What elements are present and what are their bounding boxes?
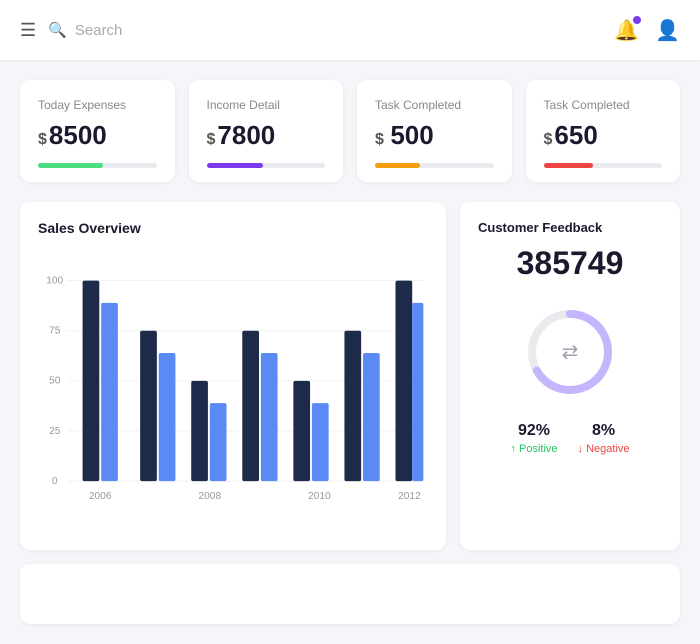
stat-value-0: $8500 [38, 120, 157, 151]
bar [101, 303, 118, 481]
bar [412, 303, 423, 481]
stat-currency-2: $ [375, 131, 388, 148]
svg-text:75: 75 [49, 326, 61, 337]
stat-label-3: Task Completed [544, 98, 663, 112]
stat-value-1: $7800 [207, 120, 326, 151]
positive-label: ↑ Positive [510, 443, 557, 455]
stats-row: Today Expenses $8500 Income Detail $7800… [20, 80, 680, 182]
main-content: Today Expenses $8500 Income Detail $7800… [0, 60, 700, 644]
feedback-title: Customer Feedback [478, 220, 602, 235]
bottom-row: Sales Overview 100 75 50 25 0 [20, 202, 680, 550]
bar [293, 381, 310, 481]
arrow-up-icon: ↑ [510, 443, 516, 455]
stat-bar-track-1 [207, 163, 326, 168]
bar [140, 331, 157, 481]
stat-bar-track-3 [544, 163, 663, 168]
bar [242, 331, 259, 481]
svg-text:2006: 2006 [89, 491, 112, 502]
stat-value-3: $650 [544, 120, 663, 151]
feedback-stats: 92% ↑ Positive 8% ↓ Negative [510, 422, 629, 455]
stat-label-1: Income Detail [207, 98, 326, 112]
positive-pct: 92% [510, 422, 557, 440]
bar [363, 353, 380, 481]
stat-bar-fill-0 [38, 163, 103, 168]
bar-chart-svg: 100 75 50 25 0 [38, 252, 428, 532]
search-area[interactable]: 🔍 Search [48, 21, 602, 39]
notification-dot [633, 16, 641, 24]
stat-label-0: Today Expenses [38, 98, 157, 112]
stat-label-2: Task Completed [375, 98, 494, 112]
stat-card-0: Today Expenses $8500 [20, 80, 175, 182]
sales-chart: 100 75 50 25 0 [38, 252, 428, 532]
stat-currency-1: $ [207, 131, 216, 148]
feedback-number: 385749 [517, 245, 624, 282]
bar [261, 353, 278, 481]
stat-currency-0: $ [38, 131, 47, 148]
sales-overview-card: Sales Overview 100 75 50 25 0 [20, 202, 446, 550]
header: ☰ 🔍 Search 🔔 👤 [0, 0, 700, 60]
bar [396, 281, 413, 482]
stat-bar-fill-1 [207, 163, 264, 168]
shuffle-icon: ⇄ [562, 340, 579, 365]
bar [344, 331, 361, 481]
donut-chart: ⇄ [520, 302, 620, 402]
stat-bar-track-2 [375, 163, 494, 168]
stat-bar-track-0 [38, 163, 157, 168]
sales-overview-title: Sales Overview [38, 220, 428, 236]
search-placeholder: Search [75, 22, 123, 39]
negative-stat: 8% ↓ Negative [578, 422, 630, 455]
bar [312, 403, 329, 481]
svg-text:2008: 2008 [198, 491, 221, 502]
bar [191, 381, 208, 481]
svg-text:100: 100 [46, 275, 63, 286]
negative-label-text: Negative [586, 443, 629, 455]
stat-bar-fill-3 [544, 163, 594, 168]
stat-currency-3: $ [544, 131, 553, 148]
svg-text:2010: 2010 [308, 491, 331, 502]
bar [83, 281, 100, 482]
negative-label: ↓ Negative [578, 443, 630, 455]
user-icon[interactable]: 👤 [655, 18, 680, 43]
positive-stat: 92% ↑ Positive [510, 422, 557, 455]
negative-pct: 8% [578, 422, 630, 440]
header-right: 🔔 👤 [614, 18, 680, 43]
svg-text:25: 25 [49, 426, 61, 437]
search-icon: 🔍 [48, 21, 67, 39]
customer-feedback-card: Customer Feedback 385749 ⇄ 92% ↑ Positiv [460, 202, 680, 550]
stat-bar-fill-2 [375, 163, 420, 168]
partial-bottom-card [20, 564, 680, 624]
bar [210, 403, 227, 481]
arrow-down-icon: ↓ [578, 443, 584, 455]
stat-value-2: $ 500 [375, 120, 494, 151]
svg-text:50: 50 [49, 376, 61, 387]
positive-label-text: Positive [519, 443, 558, 455]
bar [159, 353, 176, 481]
stat-card-1: Income Detail $7800 [189, 80, 344, 182]
stat-card-3: Task Completed $650 [526, 80, 681, 182]
notification-icon[interactable]: 🔔 [614, 18, 639, 43]
menu-icon[interactable]: ☰ [20, 20, 36, 41]
svg-text:0: 0 [52, 476, 58, 487]
svg-text:2012: 2012 [398, 491, 421, 502]
stat-card-2: Task Completed $ 500 [357, 80, 512, 182]
